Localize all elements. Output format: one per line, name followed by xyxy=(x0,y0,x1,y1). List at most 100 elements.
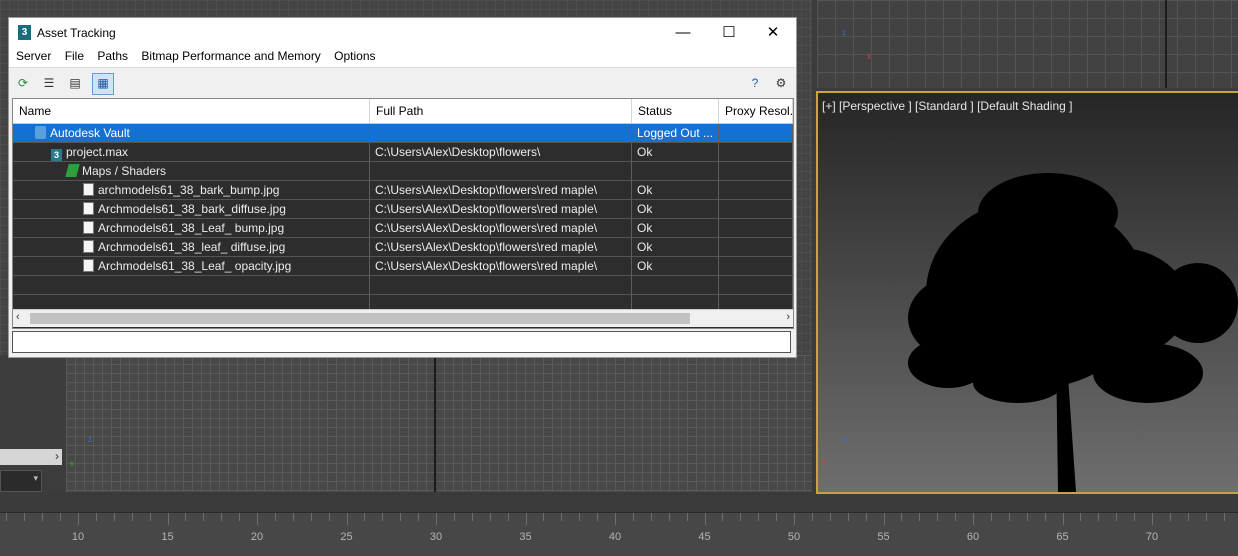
row-path-cell xyxy=(370,162,632,180)
menu-bitmap-performance[interactable]: Bitmap Performance and Memory xyxy=(136,47,325,63)
tree-row[interactable]: Archmodels61_38_bark_diffuse.jpg C:\Users… xyxy=(13,200,793,219)
viewport-perspective[interactable]: [+] [Perspective ] [Standard ] [Default … xyxy=(816,91,1238,494)
help-icon[interactable]: ? xyxy=(746,74,764,92)
x-axis-icon: x xyxy=(867,52,871,61)
menu-server[interactable]: Server xyxy=(11,47,56,63)
detail-view-icon[interactable]: ▤ xyxy=(66,74,84,92)
column-header-full-path[interactable]: Full Path xyxy=(370,99,632,123)
row-status-cell: Ok xyxy=(632,200,719,218)
chevron-down-icon: ▾ xyxy=(33,473,38,483)
minimize-button[interactable]: — xyxy=(660,18,706,47)
tree-row[interactable]: Archmodels61_38_leaf_ diffuse.jpg C:\User… xyxy=(13,238,793,257)
timeline-tick xyxy=(95,513,97,521)
timeline-tick xyxy=(525,513,527,525)
status-text-box xyxy=(12,331,791,353)
column-header-status[interactable]: Status xyxy=(632,99,719,123)
timeline-tick xyxy=(436,513,437,525)
timeline-tick xyxy=(489,513,491,521)
timeline-frame-label: 65 xyxy=(1056,531,1069,543)
timeline-ruler[interactable]: 10 15 20 25 30 35 40 45 50 55 60 65 70 xyxy=(0,512,1238,556)
timeline-tick xyxy=(1205,513,1207,521)
empty-cell xyxy=(719,276,793,294)
vault-icon xyxy=(35,126,46,139)
timeline-frame-label: 30 xyxy=(429,531,443,543)
row-name-cell: 3 project.max xyxy=(13,143,370,161)
z-axis-icon: z xyxy=(842,28,846,37)
timeline-tick xyxy=(453,513,455,521)
timeline-tick xyxy=(615,513,616,525)
row-proxy-cell xyxy=(719,238,793,256)
asset-tree[interactable]: Name Full Path Status Proxy Resol... Aut… xyxy=(12,98,794,329)
chevron-right-icon[interactable]: › xyxy=(55,449,59,463)
3dsmax-app-icon: 3 xyxy=(18,25,31,40)
timeline-tick xyxy=(149,513,151,521)
row-status-cell xyxy=(632,162,719,180)
timeline-tick xyxy=(990,513,992,521)
column-header-name[interactable]: Name xyxy=(13,99,370,123)
row-proxy-cell xyxy=(719,219,793,237)
menu-bar: Server File Paths Bitmap Performance and… xyxy=(9,47,796,67)
timeline-tick xyxy=(704,513,706,525)
tree-row[interactable]: Archmodels61_38_Leaf_ bump.jpg C:\Users\A… xyxy=(13,219,793,238)
list-view-icon[interactable]: ☰ xyxy=(40,74,58,92)
scrollbar-thumb[interactable] xyxy=(30,313,690,324)
empty-cell xyxy=(632,276,719,294)
scroll-right-icon[interactable]: › xyxy=(786,311,790,323)
timeline-tick xyxy=(1080,513,1082,521)
tree-row[interactable]: 3 project.max C:\Users\Alex\Desktop\flower… xyxy=(13,143,793,162)
timeline-frame-label: 15 xyxy=(161,531,174,543)
maps-icon xyxy=(65,164,80,177)
timeline-tick xyxy=(328,513,330,521)
horizontal-scrollbar[interactable]: ‹ › xyxy=(13,309,793,327)
row-status-cell: Ok xyxy=(632,219,719,237)
left-panel: › ▾ xyxy=(0,355,66,492)
viewport-front-grid[interactable]: z x xyxy=(66,355,812,492)
timeline-tick xyxy=(42,513,44,521)
close-button[interactable]: ✕ xyxy=(750,18,796,47)
menu-options[interactable]: Options xyxy=(329,47,380,63)
tree-row[interactable]: Autodesk Vault Logged Out ... xyxy=(13,124,793,143)
timeline-tick xyxy=(1169,513,1171,521)
timeline-tick xyxy=(203,513,205,521)
tree-row[interactable]: archmodels61_38_bark_bump.jpg C:\Users\Al… xyxy=(13,181,793,200)
left-panel-scrollbar[interactable]: › xyxy=(0,449,62,465)
refresh-icon[interactable]: ⟳ xyxy=(14,74,32,92)
row-name-text: Archmodels61_38_leaf_ diffuse.jpg xyxy=(98,240,286,254)
timeline-tick xyxy=(865,513,867,521)
timeline-tick xyxy=(400,513,402,521)
menu-paths[interactable]: Paths xyxy=(92,47,133,63)
row-name-text: project.max xyxy=(66,145,129,159)
timeline-tick xyxy=(239,513,241,521)
scroll-left-icon[interactable]: ‹ xyxy=(16,311,20,323)
row-proxy-cell xyxy=(719,181,793,199)
timeline-tick xyxy=(722,513,724,521)
menu-file[interactable]: File xyxy=(60,47,89,63)
z-axis-icon: z xyxy=(88,435,92,444)
left-panel-dropdown[interactable]: ▾ xyxy=(0,470,42,492)
table-view-icon[interactable]: ▦ xyxy=(92,73,114,95)
timeline-tick xyxy=(632,513,634,521)
toolbar: ⟳ ☰ ▤ ▦ ? ⚙ xyxy=(9,67,796,98)
row-name-text: archmodels61_38_bark_bump.jpg xyxy=(98,183,280,197)
timeline-tick xyxy=(346,513,348,525)
timeline-tick xyxy=(668,513,670,521)
timeline-tick xyxy=(221,513,223,521)
maximize-button[interactable]: ☐ xyxy=(706,18,752,47)
column-header-proxy-resolution[interactable]: Proxy Resol... xyxy=(719,99,793,123)
tree-row[interactable]: Archmodels61_38_Leaf_ opacity.jpg C:\User… xyxy=(13,257,793,276)
row-proxy-cell xyxy=(719,200,793,218)
image-file-icon xyxy=(83,259,94,272)
settings-help-icon[interactable]: ⚙ xyxy=(772,74,790,92)
title-bar[interactable]: 3 Asset Tracking — ☐ ✕ xyxy=(9,18,796,47)
timeline-frame-label: 55 xyxy=(877,531,890,543)
tree-row-empty[interactable] xyxy=(13,276,793,295)
timeline-tick xyxy=(543,513,545,521)
timeline-frame-label: 40 xyxy=(608,531,622,543)
tree-row[interactable]: Maps / Shaders xyxy=(13,162,793,181)
timeline-tick xyxy=(1134,513,1136,521)
timeline-tick xyxy=(919,513,921,521)
row-path-cell: C:\Users\Alex\Desktop\flowers\red maple\ xyxy=(370,238,632,256)
viewport-top-right[interactable]: z x xyxy=(817,0,1238,88)
timeline-tick xyxy=(1008,513,1010,521)
row-status-cell: Ok xyxy=(632,257,719,275)
